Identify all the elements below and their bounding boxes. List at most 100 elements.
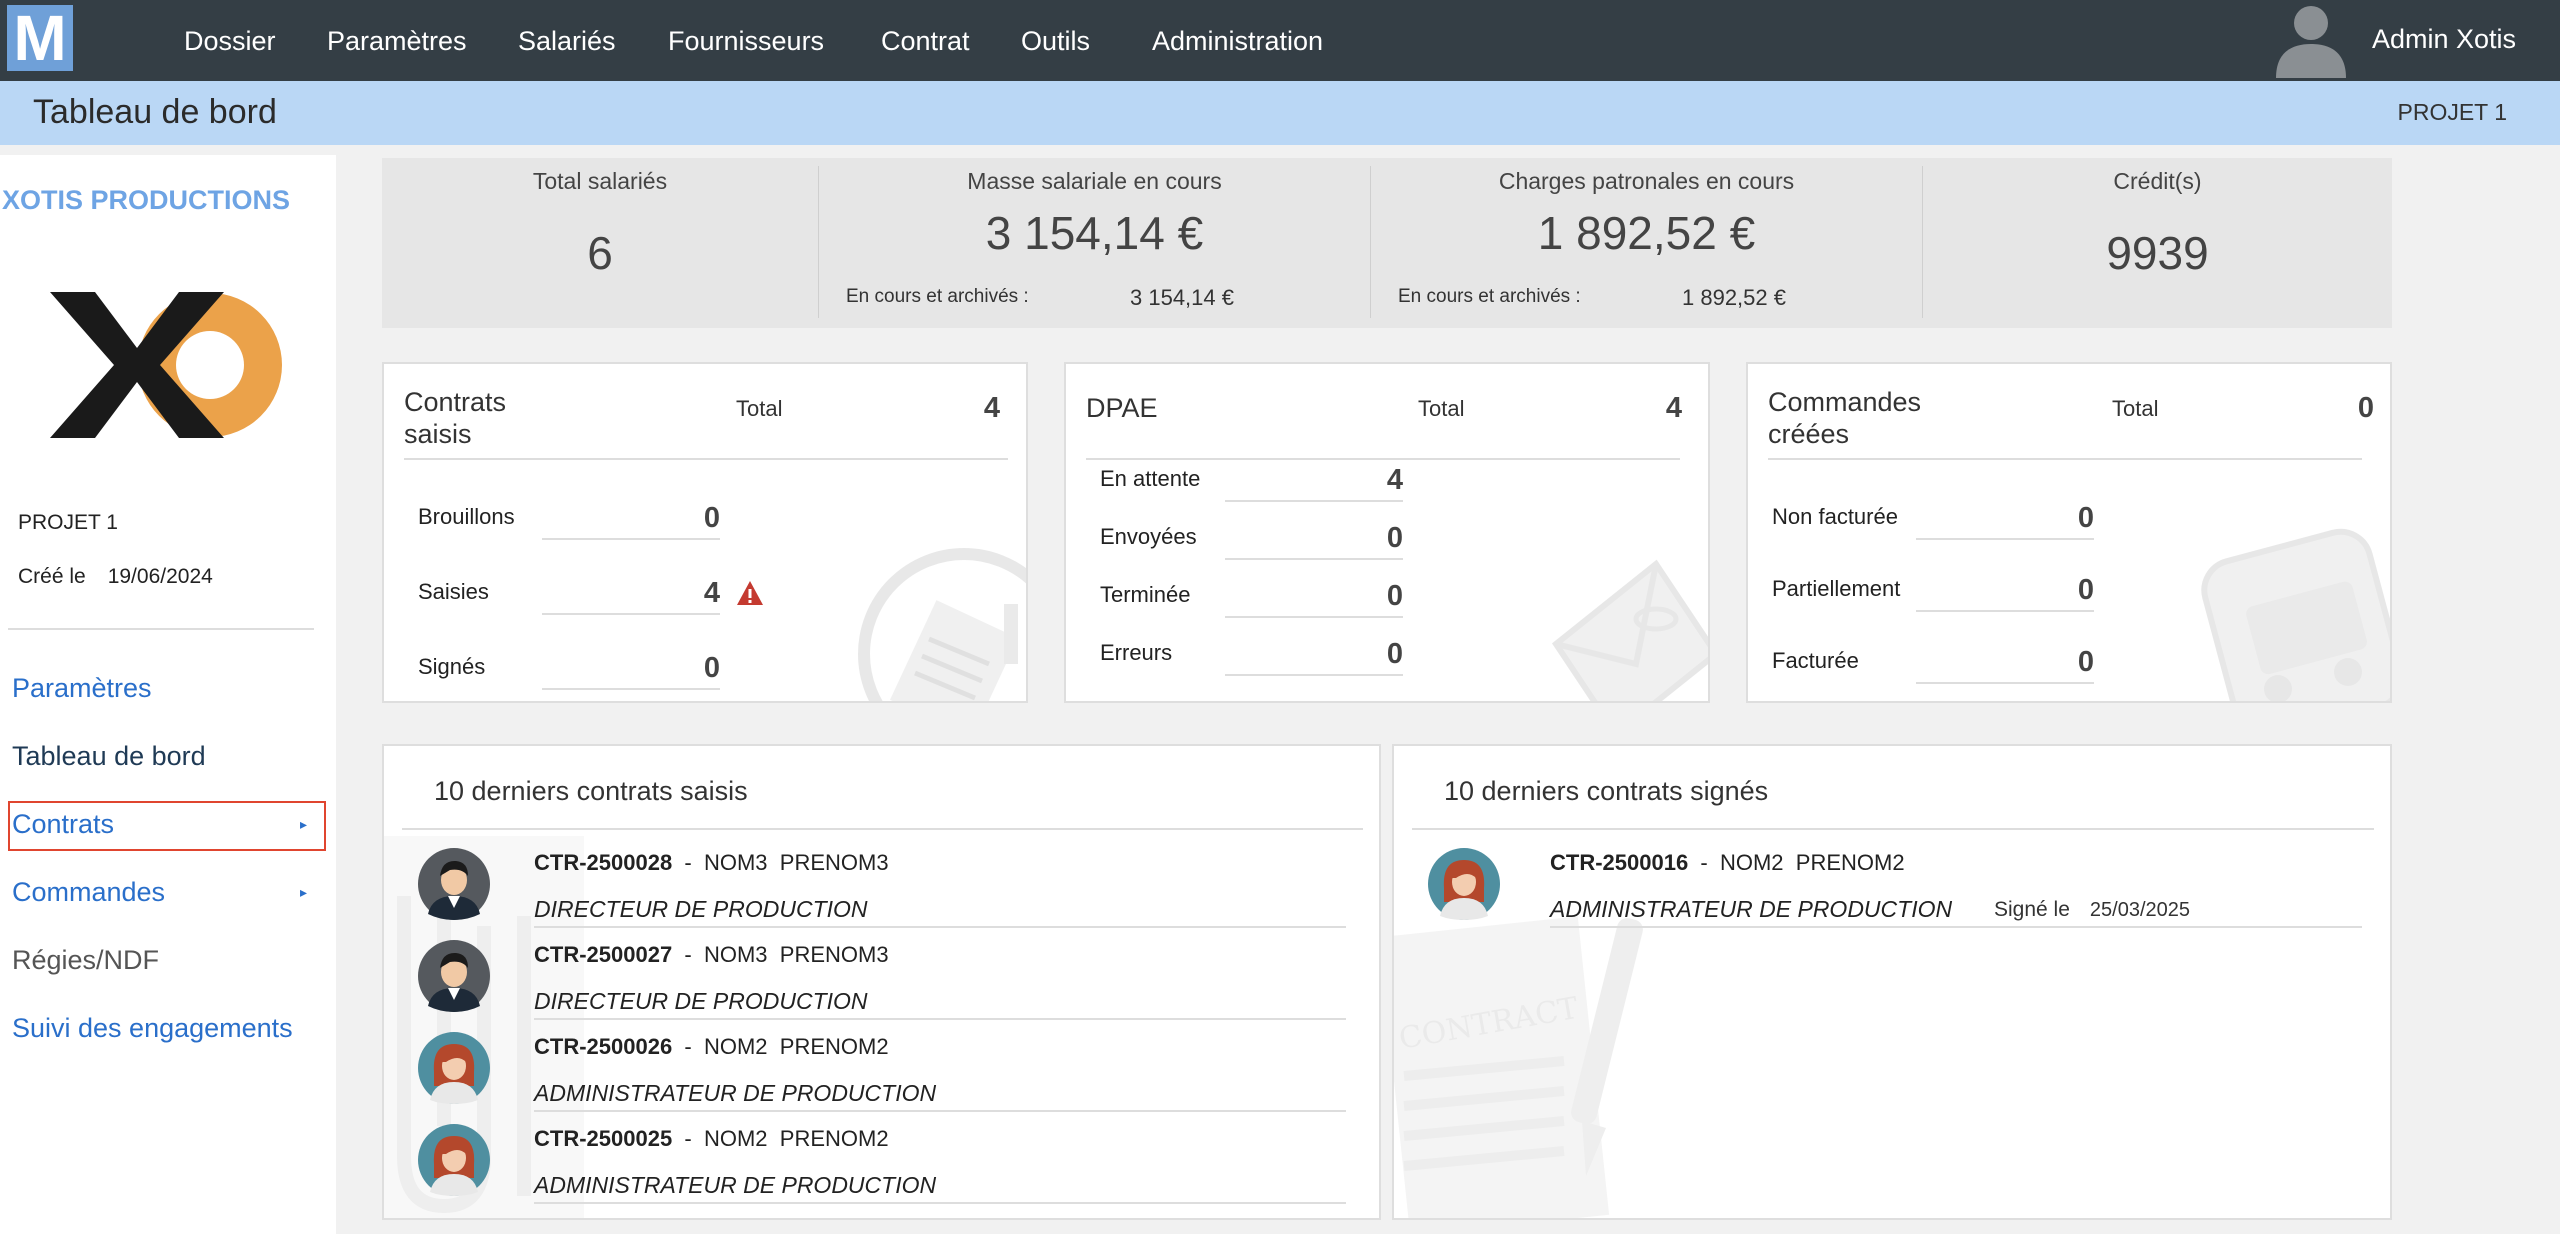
contract-prenom: PRENOM3 — [779, 850, 889, 875]
contract-nom: NOM3 — [703, 850, 768, 875]
row-value: 0 — [1386, 580, 1403, 612]
kpi-value: 1 892,52 € — [1537, 207, 1756, 259]
list-item[interactable]: CTR-2500016 - NOM2 PRENOM2 ADMINISTRATEU… — [1428, 836, 2362, 928]
contract-ref[interactable]: CTR-2500025 — [534, 1126, 672, 1151]
sidebar-item-commandes[interactable]: Commandes — [12, 877, 165, 908]
row-label-non-facturee: Non facturée — [1772, 504, 1898, 529]
row-value: 0 — [703, 502, 720, 534]
row-field-saisies[interactable]: 4 — [542, 577, 720, 615]
kpi-total-salaries: Total salariés 6 — [382, 158, 818, 328]
list-divider — [1412, 828, 2374, 830]
card-divider — [404, 458, 1008, 460]
row-field-brouillons[interactable]: 0 — [542, 502, 720, 540]
contract-prenom: PRENOM2 — [779, 1126, 889, 1151]
row-field-envoyees[interactable]: 0 — [1225, 522, 1403, 560]
contract-ref[interactable]: CTR-2500026 — [534, 1034, 672, 1059]
row-label-erreurs: Erreurs — [1100, 640, 1173, 665]
list-title: 10 derniers contrats signés — [1444, 776, 1769, 806]
card-contrats-saisis: Contrats saisis Total 4 Brouillons 0 Sais… — [382, 362, 1028, 703]
list-item[interactable]: CTR-2500026 - NOM2 PRENOM2 ADMINISTRATEU… — [418, 1020, 1348, 1112]
card-total-value: 4 — [983, 392, 1000, 424]
row-label-envoyees: Envoyées — [1100, 524, 1197, 549]
truck-icon — [2201, 528, 2390, 701]
warning-icon[interactable] — [736, 580, 764, 606]
card-divider — [1086, 458, 1680, 460]
user-avatar-icon[interactable] — [2272, 0, 2350, 78]
separator-dash: - — [684, 850, 692, 875]
row-field-partiellement[interactable]: 0 — [1916, 574, 2094, 612]
separator-dash: - — [684, 1034, 692, 1059]
contract-ref[interactable]: CTR-2500027 — [534, 942, 672, 967]
contract-prenom: PRENOM2 — [779, 1034, 889, 1059]
sidebar-item-suivi-engagements[interactable]: Suivi des engagements — [12, 1013, 293, 1044]
row-field-non-facturee[interactable]: 0 — [1916, 502, 2094, 540]
list-item[interactable]: CTR-2500025 - NOM2 PRENOM2 ADMINISTRATEU… — [418, 1112, 1348, 1204]
row-value: 0 — [703, 652, 720, 684]
kpi-sub-value: 3 154,14 € — [1130, 285, 1234, 310]
card-total-label: Total — [1418, 396, 1465, 421]
card-commandes-creees: Commandes créées Total 0 Non facturée 0 P… — [1746, 362, 2392, 703]
app-logo[interactable]: M — [7, 5, 73, 71]
card-title: DPAE — [1086, 393, 1158, 423]
row-field-facturee[interactable]: 0 — [1916, 646, 2094, 684]
sidebar-item-parametres[interactable]: Paramètres — [12, 673, 152, 704]
created-date: 19/06/2024 — [107, 565, 213, 588]
nav-parametres[interactable]: Paramètres — [327, 26, 467, 57]
signed-date: 25/03/2025 — [2089, 899, 2190, 921]
list-divider — [402, 828, 1363, 830]
contract-role: ADMINISTRATEUR DE PRODUCTION — [1550, 896, 1953, 922]
kpi-label: Total salariés — [532, 168, 668, 194]
kpi-label: Charges patronales en cours — [1498, 168, 1795, 194]
nav-outils[interactable]: Outils — [1021, 26, 1090, 57]
list-contrats-saisis: 10 derniers contrats saisis CTR-2500028 … — [382, 744, 1381, 1220]
sidebar-created: Créé le 19/06/2024 — [18, 565, 213, 589]
sidebar-item-tableau-de-bord[interactable]: Tableau de bord — [12, 741, 206, 772]
male-avatar-icon — [418, 940, 490, 1012]
contract-prenom: PRENOM2 — [1795, 850, 1905, 875]
card-divider — [1768, 458, 2362, 460]
contract-role: DIRECTEUR DE PRODUCTION — [534, 896, 868, 922]
sidebar-item-contrats[interactable]: Contrats — [12, 809, 114, 840]
nav-contrat[interactable]: Contrat — [881, 26, 970, 57]
contract-line: CTR-2500025 - NOM2 PRENOM2 — [534, 1126, 889, 1152]
card-total-value: 0 — [2357, 392, 2374, 424]
nav-dossier[interactable]: Dossier — [184, 26, 276, 57]
row-field-en-attente[interactable]: 4 — [1225, 464, 1403, 502]
list-item[interactable]: CTR-2500027 - NOM3 PRENOM3 DIRECTEUR DE … — [418, 928, 1348, 1020]
row-label-brouillons: Brouillons — [418, 504, 515, 529]
contract-ref[interactable]: CTR-2500028 — [534, 850, 672, 875]
row-divider — [534, 1202, 1346, 1204]
row-value: 0 — [2077, 574, 2094, 606]
signed-label: Signé le — [1994, 898, 2070, 921]
app-logo-letter: M — [13, 2, 67, 74]
chevron-right-icon[interactable]: ▸ — [300, 884, 307, 901]
envelope-icon — [1551, 559, 1708, 701]
row-field-terminee[interactable]: 0 — [1225, 580, 1403, 618]
male-avatar-icon — [418, 848, 490, 920]
row-field-erreurs[interactable]: 0 — [1225, 638, 1403, 676]
chevron-right-icon[interactable]: ▸ — [300, 816, 307, 833]
kpi-masse-salariale: Masse salariale en cours 3 154,14 € En c… — [819, 158, 1370, 328]
nav-salaries[interactable]: Salariés — [518, 26, 616, 57]
female-avatar-icon — [1428, 848, 1500, 920]
nav-administration[interactable]: Administration — [1152, 26, 1323, 57]
contract-ref[interactable]: CTR-2500016 — [1550, 850, 1688, 875]
list-item[interactable]: CTR-2500028 - NOM3 PRENOM3 DIRECTEUR DE … — [418, 836, 1348, 928]
project-tag: PROJET 1 — [2397, 99, 2508, 125]
contract-document-icon: CONTRACT — [1394, 916, 1643, 1218]
kpi-charges-patronales: Charges patronales en cours 1 892,52 € E… — [1371, 158, 1922, 328]
nav-fournisseurs[interactable]: Fournisseurs — [668, 26, 824, 57]
row-value: 0 — [2077, 502, 2094, 534]
contract-line: CTR-2500027 - NOM3 PRENOM3 — [534, 942, 889, 968]
page-title: Tableau de bord — [33, 93, 277, 131]
signed-info: Signé le 25/03/2025 — [1994, 898, 2190, 922]
contract-nom: NOM3 — [703, 942, 768, 967]
contract-line: CTR-2500026 - NOM2 PRENOM2 — [534, 1034, 889, 1060]
user-name[interactable]: Admin Xotis — [2372, 24, 2516, 55]
row-field-signes[interactable]: 0 — [542, 652, 720, 690]
contract-role: ADMINISTRATEUR DE PRODUCTION — [534, 1172, 937, 1198]
card-total-label: Total — [736, 396, 783, 421]
card-total-value: 4 — [1665, 392, 1682, 424]
sidebar-item-regies-ndf[interactable]: Régies/NDF — [12, 945, 159, 976]
separator-dash: - — [684, 942, 692, 967]
